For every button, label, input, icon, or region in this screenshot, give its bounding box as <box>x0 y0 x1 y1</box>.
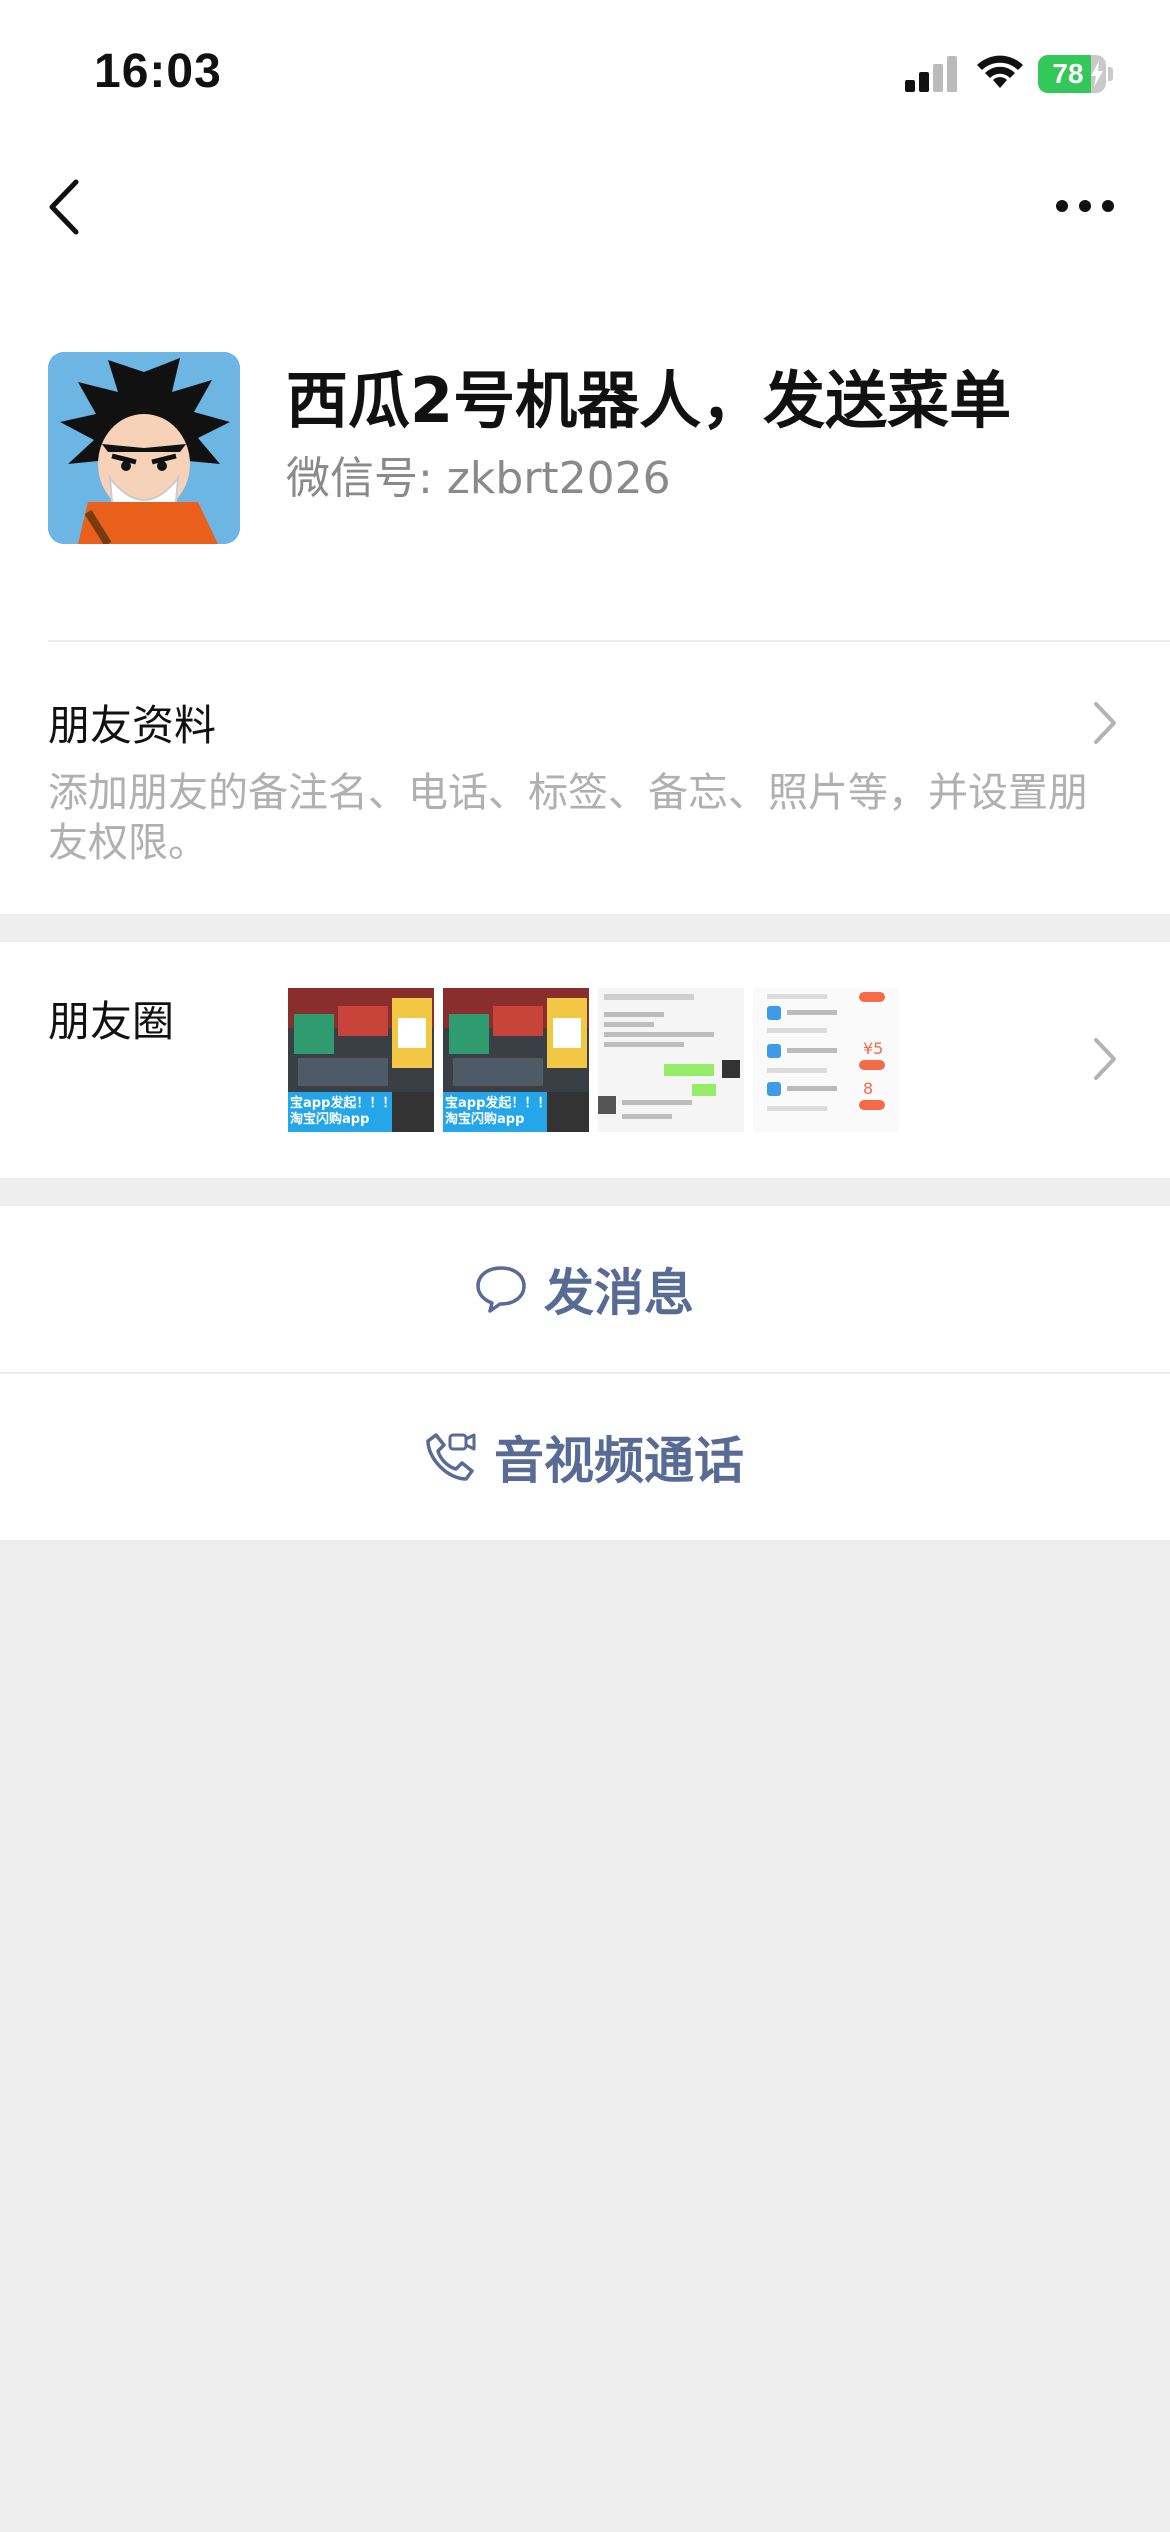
section-gap <box>0 914 1170 942</box>
cellular-signal-icon <box>905 56 957 92</box>
wechat-id: 微信号: zkbrt2026 <box>286 453 671 504</box>
charging-bolt-icon <box>1091 61 1103 87</box>
thumbnail-caption: 宝app发起！！！ 淘宝闪购app <box>290 1096 396 1127</box>
status-time: 16:03 <box>94 45 222 98</box>
section-gap <box>0 1178 1170 1206</box>
av-call-button[interactable]: 音视频通话 <box>0 1374 1170 1540</box>
back-button[interactable] <box>36 172 96 242</box>
chat-bubble-icon <box>476 1266 526 1313</box>
battery-indicator: 78 <box>1038 55 1114 93</box>
wifi-icon <box>977 55 1023 88</box>
send-message-button[interactable]: 发消息 <box>0 1206 1170 1372</box>
phone-video-icon <box>426 1433 476 1481</box>
chevron-right-icon <box>1094 1038 1116 1080</box>
friend-info-title: 朋友资料 <box>48 701 217 750</box>
avatar[interactable] <box>48 352 240 544</box>
battery-percent: 78 <box>1052 58 1084 89</box>
friend-info-description: 添加朋友的备注名、电话、标签、备忘、照片等，并设置朋友权限。 <box>48 770 1088 866</box>
more-button[interactable] <box>1050 186 1120 226</box>
empty-background <box>0 1540 1170 2532</box>
moments-thumbnail <box>598 988 744 1132</box>
chevron-left-icon <box>49 179 79 235</box>
moments-thumbnail: 宝app发起！！！ 淘宝闪购app <box>288 988 434 1132</box>
av-call-label: 音视频通话 <box>494 1432 744 1490</box>
svg-text:¥5: ¥5 <box>863 1039 883 1058</box>
moments-thumbnail: 宝app发起！！！ 淘宝闪购app <box>443 988 589 1132</box>
moments-thumbnail: ¥5 8 <box>753 988 899 1132</box>
more-horizontal-icon <box>1056 200 1114 212</box>
thumbnail-caption: 宝app发起！！！ 淘宝闪购app <box>445 1096 551 1127</box>
moments-row[interactable]: 朋友圈 宝app发起！！！ 淘宝闪购app 宝app发起！！！ 淘宝闪购app … <box>0 942 1170 1178</box>
moments-title: 朋友圈 <box>48 997 175 1046</box>
friend-info-row[interactable]: 朋友资料 添加朋友的备注名、电话、标签、备忘、照片等，并设置朋友权限。 <box>0 642 1170 912</box>
chevron-right-icon <box>1094 702 1116 744</box>
status-bar: 16:03 78 <box>0 0 1170 140</box>
svg-text:8: 8 <box>863 1079 873 1098</box>
send-message-label: 发消息 <box>544 1264 694 1322</box>
profile-name: 西瓜2号机器人，发送菜单 <box>286 364 1012 437</box>
